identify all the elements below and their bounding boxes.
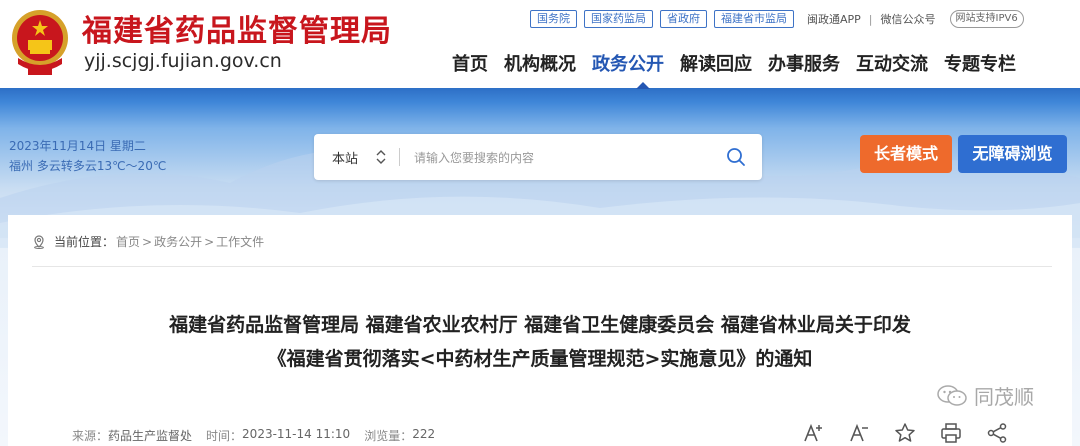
breadcrumb-gov-affairs[interactable]: 政务公开 bbox=[154, 233, 202, 250]
active-nav-indicator bbox=[636, 82, 650, 89]
article-title: 福建省药品监督管理局 福建省农业农村厅 福建省卫生健康委员会 福建省林业局关于印… bbox=[8, 308, 1072, 376]
main-nav: 首页 机构概况 政务公开 解读回应 办事服务 互动交流 专题专栏 bbox=[444, 52, 1024, 78]
views-value: 222 bbox=[412, 427, 436, 441]
wechat-icon bbox=[937, 384, 967, 406]
source-label: 来源： bbox=[72, 429, 109, 443]
breadcrumb-separator: > bbox=[142, 234, 153, 249]
top-links: 国务院 国家药监局 省政府 福建省市监局 闽政通APP | 微信公众号 网站支持… bbox=[530, 9, 1024, 29]
link-nmpa[interactable]: 国家药监局 bbox=[584, 10, 653, 28]
weather-info: 福州 多云转多云13℃～20℃ bbox=[9, 159, 167, 173]
location-icon bbox=[34, 234, 44, 249]
font-increase-icon[interactable] bbox=[802, 422, 824, 444]
wechat-link[interactable]: 微信公众号 bbox=[881, 11, 936, 27]
nav-interpretation[interactable]: 解读回应 bbox=[680, 52, 752, 78]
article-meta: 来源： 药品生产监督处 时间： 2023-11-14 11:10 浏览量： 22… bbox=[72, 427, 435, 444]
print-icon[interactable] bbox=[940, 422, 962, 444]
article-title-line-2: 《福建省贯彻落实<中药材生产质量管理规范>实施意见》的通知 bbox=[267, 348, 813, 370]
current-date: 2023年11月14日 星期二 bbox=[9, 139, 146, 153]
breadcrumb: 当前位置： 首页 > 政务公开 > 工作文件 bbox=[32, 233, 264, 250]
ipv6-badge: 网站支持IPV6 bbox=[949, 10, 1024, 28]
share-icon[interactable] bbox=[986, 422, 1008, 444]
nav-topics[interactable]: 专题专栏 bbox=[944, 52, 1016, 78]
divider bbox=[32, 266, 1052, 267]
breadcrumb-work-documents[interactable]: 工作文件 bbox=[216, 233, 264, 250]
watermark: 同茂顺 bbox=[936, 381, 1034, 410]
watermark-text: 同茂顺 bbox=[974, 385, 1034, 409]
nav-interaction[interactable]: 互动交流 bbox=[856, 52, 928, 78]
sort-arrows-icon bbox=[376, 150, 386, 164]
site-domain: yjj.scjgj.fujian.gov.cn bbox=[84, 50, 282, 72]
link-province-gov[interactable]: 省政府 bbox=[660, 10, 707, 28]
search-input[interactable] bbox=[412, 147, 716, 169]
divider bbox=[399, 148, 400, 166]
time-label: 时间： bbox=[206, 429, 243, 443]
breadcrumb-home[interactable]: 首页 bbox=[116, 233, 140, 250]
divider: | bbox=[868, 12, 873, 26]
star-icon[interactable] bbox=[894, 422, 916, 444]
font-decrease-icon[interactable] bbox=[848, 422, 870, 444]
breadcrumb-label: 当前位置： bbox=[54, 235, 115, 249]
nav-gov-affairs[interactable]: 政务公开 bbox=[592, 52, 664, 78]
nav-services[interactable]: 办事服务 bbox=[768, 52, 840, 78]
nav-about[interactable]: 机构概况 bbox=[504, 52, 576, 78]
link-state-council[interactable]: 国务院 bbox=[530, 10, 577, 28]
link-market-supervision[interactable]: 福建省市监局 bbox=[714, 10, 794, 28]
nav-home[interactable]: 首页 bbox=[452, 52, 488, 78]
source-value: 药品生产监督处 bbox=[108, 429, 193, 443]
breadcrumb-separator: > bbox=[204, 234, 215, 249]
search-icon[interactable] bbox=[726, 147, 746, 167]
app-link[interactable]: 闽政通APP bbox=[807, 11, 861, 27]
article-title-line-1: 福建省药品监督管理局 福建省农业农村厅 福建省卫生健康委员会 福建省林业局关于印… bbox=[169, 314, 911, 336]
search-scope-select[interactable]: 本站 bbox=[332, 148, 358, 167]
national-emblem-icon bbox=[12, 10, 68, 75]
search-box: 本站 bbox=[314, 134, 762, 180]
views-label: 浏览量： bbox=[364, 429, 413, 443]
site-title[interactable]: 福建省药品监督管理局 bbox=[82, 6, 392, 50]
elder-mode-button[interactable]: 长者模式 bbox=[860, 135, 952, 173]
content-card: 当前位置： 首页 > 政务公开 > 工作文件 福建省药品监督管理局 福建省农业农… bbox=[8, 215, 1072, 446]
site-header: 福建省药品监督管理局 yjj.scjgj.fujian.gov.cn 国务院 国… bbox=[0, 0, 1080, 88]
article-tools bbox=[802, 422, 1032, 444]
accessibility-button[interactable]: 无障碍浏览 bbox=[958, 135, 1067, 173]
time-value: 2023-11-14 11:10 bbox=[242, 427, 351, 441]
